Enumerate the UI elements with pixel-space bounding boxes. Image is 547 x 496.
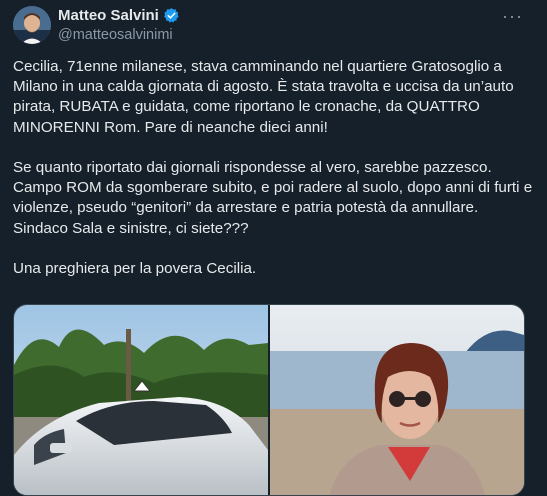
author-row: Matteo Salvini <box>58 7 180 24</box>
more-options-icon[interactable]: ··· <box>502 6 523 27</box>
tweet-media[interactable] <box>13 304 525 496</box>
tweet: Matteo Salvini @matteosalvinimi ··· Ceci… <box>0 0 547 496</box>
portrait-photo[interactable] <box>270 305 524 495</box>
verified-badge-icon <box>163 7 180 24</box>
author-name[interactable]: Matteo Salvini <box>58 7 159 24</box>
tweet-text: Cecilia, 71enne milanese, stava camminan… <box>13 58 533 278</box>
author-handle[interactable]: @matteosalvinimi <box>58 27 173 43</box>
avatar[interactable] <box>13 6 51 44</box>
car-photo[interactable] <box>14 305 268 495</box>
